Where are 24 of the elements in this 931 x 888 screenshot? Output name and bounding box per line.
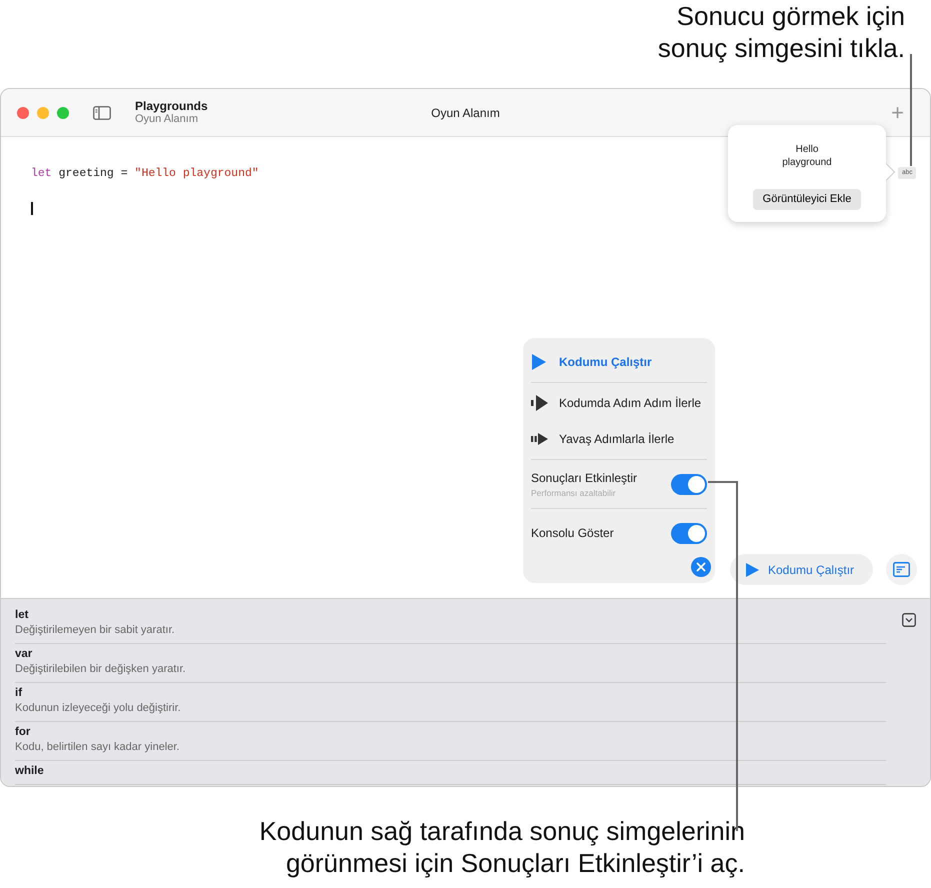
menu-item[interactable]: Kodumu Çalıştır	[531, 344, 707, 380]
suggestion-keyword[interactable]: let	[15, 608, 886, 623]
suggestion-keyword[interactable]: if	[15, 686, 886, 701]
suggestion-description: Değiştirilebilen bir değişken yaratır.	[15, 662, 187, 677]
code-line: let greeting = "Hello playground"	[31, 166, 259, 182]
suggestion-description: Kodu, belirtilen sayı kadar yineler.	[15, 740, 180, 755]
option-note: Performansı azaltabilir	[531, 486, 617, 500]
add-viewer-button[interactable]: Görüntüleyici Ekle	[752, 189, 862, 210]
option-label: Sonuçları Etkinleştir	[531, 470, 638, 487]
menu-item[interactable]: Kodumda Adım Adım İlerle	[531, 385, 707, 421]
suggestion-keyword[interactable]: while	[15, 764, 886, 779]
callout-text: Sonucu görmek için sonuç simgesini tıkla.	[656, 0, 906, 65]
callout-text: Kodunun sağ tarafında sonuç simgelerinin görünmesi için Sonuçları Etkinleştir’i aç.	[258, 815, 746, 879]
app-title: Playgrounds	[135, 99, 208, 113]
window-title: Oyun Alanım	[431, 106, 500, 120]
suggestion-keyword[interactable]: for	[15, 725, 886, 740]
option-label: Konsolu Göster	[531, 525, 614, 542]
run-button[interactable]: Kodumu Çalıştır	[730, 554, 873, 585]
suggestion-description: Kodunun izleyeceği yolu değiştirir.	[15, 701, 182, 716]
window-subtitle: Oyun Alanım	[135, 113, 199, 126]
suggestion-keyword[interactable]: var	[15, 647, 886, 662]
result-value: Hello playground	[781, 143, 833, 169]
menu-item[interactable]: Yavaş Adımlarla İlerle	[531, 421, 707, 457]
suggestion-description: Değiştirilemeyen bir sabit yaratır.	[15, 623, 176, 638]
